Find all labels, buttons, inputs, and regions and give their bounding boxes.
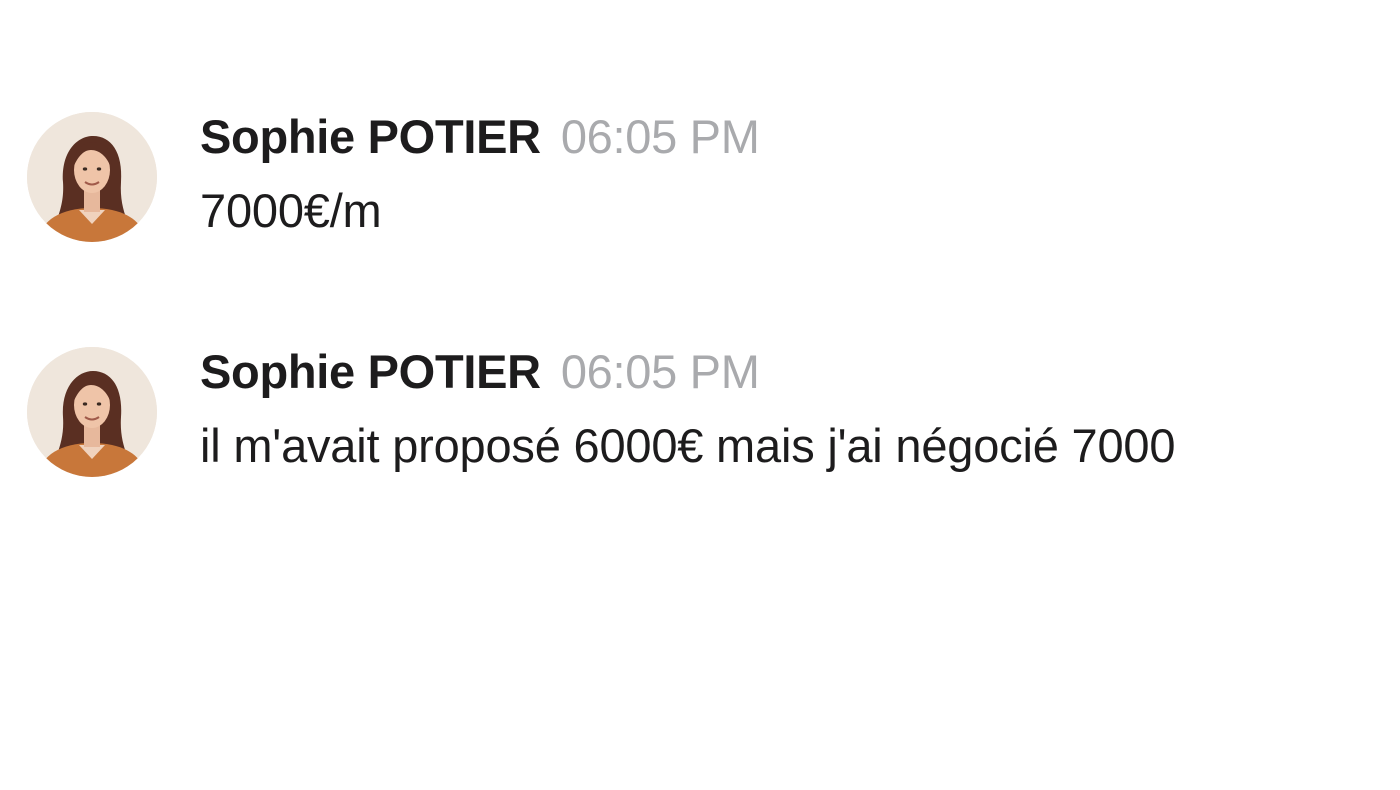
timestamp[interactable]: 06:05 PM	[561, 110, 760, 163]
timestamp[interactable]: 06:05 PM	[561, 345, 760, 398]
author-name[interactable]: Sophie POTIER	[200, 345, 541, 398]
message-item: Sophie POTIER 06:05 PM il m'avait proposé…	[0, 343, 1400, 483]
message-text: 7000€/m	[200, 184, 382, 237]
author-name[interactable]: Sophie POTIER	[200, 110, 541, 163]
message-item: Sophie POTIER 06:05 PM 7000€/m	[0, 108, 1400, 248]
message-list: Sophie POTIER 06:05 PM 7000€/m Sophie POT…	[0, 0, 1400, 790]
message-text: il m'avait proposé 6000€ mais j'ai négoc…	[200, 419, 1176, 472]
user-photo-icon	[27, 347, 157, 477]
avatar[interactable]	[27, 112, 157, 242]
message-header: Sophie POTIER 06:05 PM	[200, 108, 760, 168]
user-photo-icon	[27, 112, 157, 242]
avatar[interactable]	[27, 347, 157, 477]
message-header: Sophie POTIER 06:05 PM	[200, 343, 760, 403]
